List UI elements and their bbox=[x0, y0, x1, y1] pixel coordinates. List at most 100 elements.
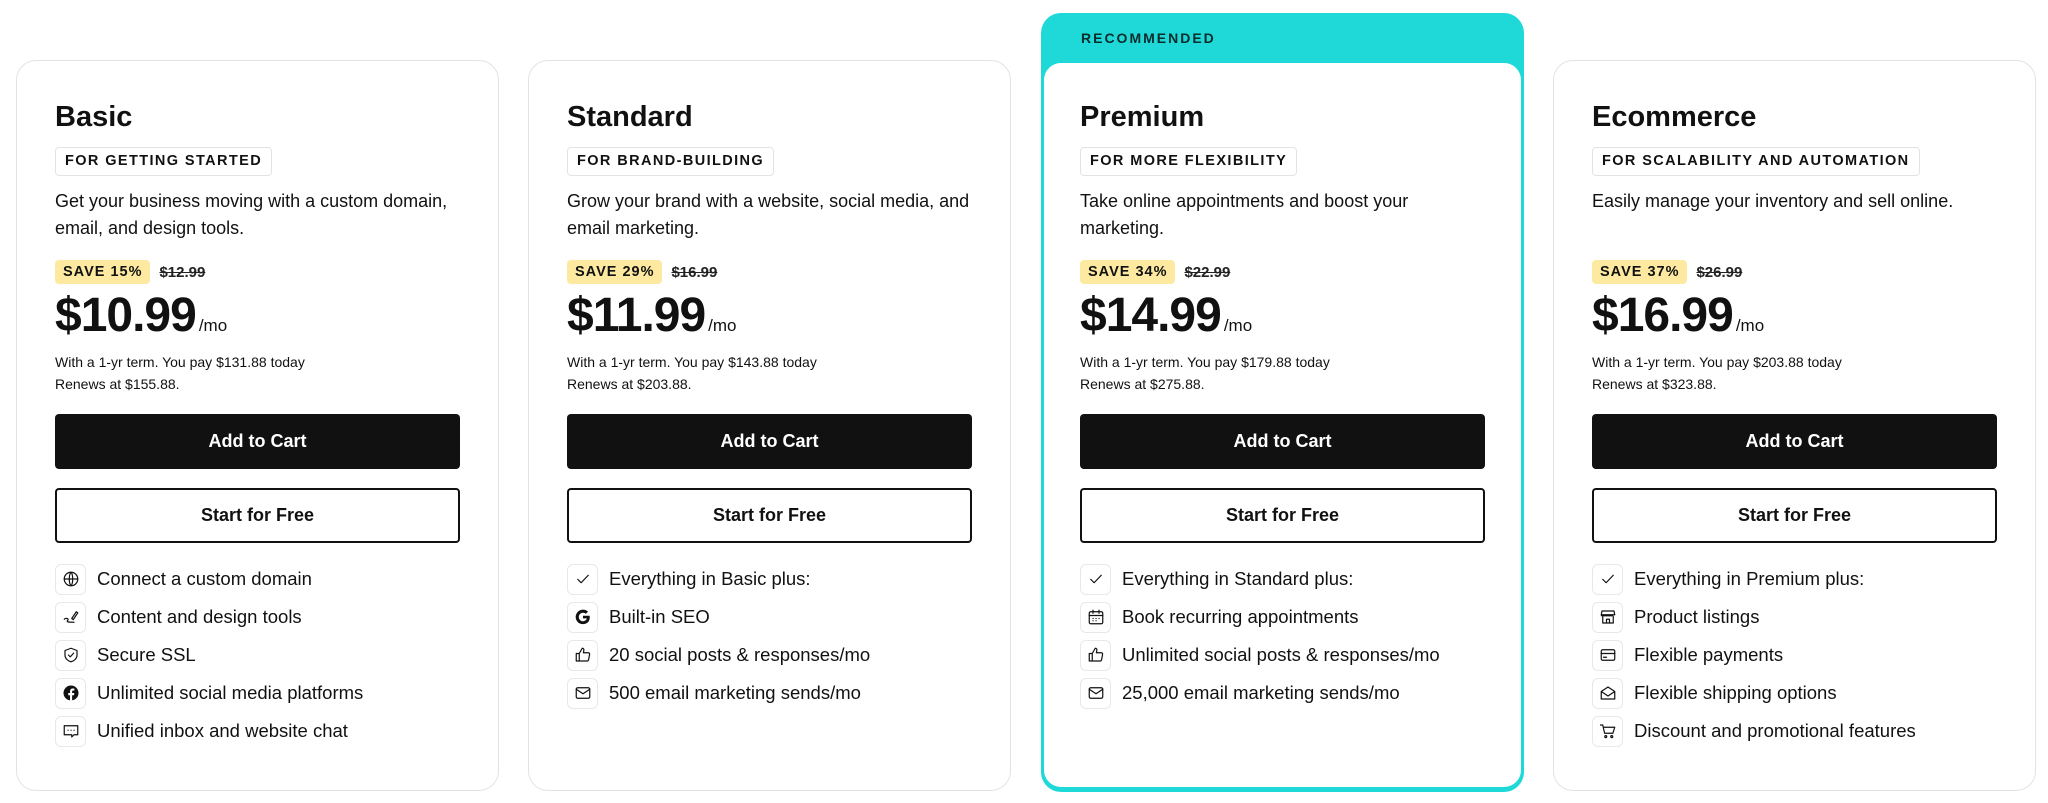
add-to-cart-button[interactable]: Add to Cart bbox=[567, 414, 972, 469]
original-price: $12.99 bbox=[159, 263, 206, 281]
check-icon bbox=[1592, 563, 1623, 595]
feature-text: Unified inbox and website chat bbox=[97, 720, 348, 741]
feature-item: Content and design tools bbox=[55, 598, 460, 636]
start-for-free-button[interactable]: Start for Free bbox=[1080, 488, 1485, 543]
feature-item: Unlimited social media platforms bbox=[55, 674, 460, 712]
calendar-icon bbox=[1080, 601, 1111, 633]
plan-tag: FOR GETTING STARTED bbox=[55, 147, 273, 176]
feature-item: Book recurring appointments bbox=[1080, 598, 1485, 636]
feature-item: Secure SSL bbox=[55, 636, 460, 674]
price-period: /mo bbox=[708, 316, 737, 335]
check-icon bbox=[567, 563, 598, 595]
original-price: $26.99 bbox=[1696, 263, 1743, 281]
original-price: $16.99 bbox=[671, 263, 718, 281]
plan-card-standard: Standard FOR BRAND-BUILDING Grow your br… bbox=[528, 60, 1011, 791]
feature-text: 25,000 email marketing sends/mo bbox=[1122, 682, 1400, 703]
feature-text: Unlimited social posts & responses/mo bbox=[1122, 644, 1440, 665]
plan-card-premium: Premium FOR MORE FLEXIBILITY Take online… bbox=[1041, 60, 1524, 790]
envelope-open-icon bbox=[1592, 677, 1623, 709]
store-icon bbox=[1592, 601, 1623, 633]
feature-text: Built-in SEO bbox=[609, 606, 710, 627]
renewal-text: Renews at $203.88. bbox=[567, 376, 692, 392]
plan-price: $11.99 bbox=[567, 289, 706, 342]
plan-tag: FOR MORE FLEXIBILITY bbox=[1080, 147, 1298, 176]
original-price: $22.99 bbox=[1184, 263, 1231, 281]
add-to-cart-button[interactable]: Add to Cart bbox=[55, 414, 460, 469]
facebook-icon bbox=[55, 677, 86, 709]
feature-text: Flexible payments bbox=[1634, 644, 1784, 665]
feature-item: Built-in SEO bbox=[567, 598, 972, 636]
feature-text: 20 social posts & responses/mo bbox=[609, 644, 871, 665]
price-period: /mo bbox=[1223, 316, 1253, 335]
google-icon bbox=[567, 601, 598, 633]
term-text: With a 1-yr term. You pay $179.88 today bbox=[1080, 354, 1330, 370]
price-period: /mo bbox=[1735, 316, 1765, 335]
plan-title: Standard bbox=[567, 101, 693, 133]
plan-description: Grow your brand with a website, social m… bbox=[567, 191, 970, 238]
price-period: /mo bbox=[198, 316, 228, 335]
plan-card-ecommerce: Ecommerce FOR SCALABILITY AND AUTOMATION… bbox=[1553, 60, 2036, 791]
save-badge: SAVE 34% bbox=[1080, 260, 1176, 284]
plan-card-basic: Basic FOR GETTING STARTED Get your busin… bbox=[16, 60, 499, 791]
feature-item: 20 social posts & responses/mo bbox=[567, 636, 972, 674]
pen-icon bbox=[55, 601, 86, 633]
chat-icon bbox=[55, 715, 86, 747]
plan-tag: FOR SCALABILITY AND AUTOMATION bbox=[1592, 147, 1920, 176]
feature-item: Unified inbox and website chat bbox=[55, 712, 460, 750]
feature-text: Connect a custom domain bbox=[97, 568, 312, 589]
feature-item: Everything in Standard plus: bbox=[1080, 560, 1485, 598]
plan-price: $16.99 bbox=[1592, 289, 1734, 342]
term-text: With a 1-yr term. You pay $131.88 today bbox=[55, 354, 305, 370]
feature-text: Flexible shipping options bbox=[1634, 682, 1837, 703]
recommended-label: RECOMMENDED bbox=[1081, 30, 1216, 46]
plan-tag: FOR BRAND-BUILDING bbox=[567, 147, 775, 176]
thumbs-up-icon bbox=[567, 639, 598, 671]
add-to-cart-button[interactable]: Add to Cart bbox=[1592, 414, 1997, 469]
term-text: With a 1-yr term. You pay $203.88 today bbox=[1592, 354, 1842, 370]
save-badge: SAVE 37% bbox=[1592, 260, 1688, 284]
feature-item: Flexible shipping options bbox=[1592, 674, 1997, 712]
shield-icon bbox=[55, 639, 86, 671]
feature-text: Product listings bbox=[1634, 606, 1760, 627]
plan-title: Basic bbox=[55, 101, 133, 133]
feature-list: Everything in Premium plus: Product listi… bbox=[1592, 560, 1997, 750]
plan-price: $14.99 bbox=[1080, 289, 1222, 342]
feature-item: 25,000 email marketing sends/mo bbox=[1080, 674, 1485, 712]
renewal-text: Renews at $155.88. bbox=[55, 376, 180, 392]
feature-text: Discount and promotional features bbox=[1634, 720, 1916, 741]
feature-text: Everything in Basic plus: bbox=[609, 568, 811, 589]
feature-item: Unlimited social posts & responses/mo bbox=[1080, 636, 1485, 674]
feature-item: Everything in Premium plus: bbox=[1592, 560, 1997, 598]
save-badge: SAVE 29% bbox=[567, 260, 663, 284]
renewal-text: Renews at $275.88. bbox=[1080, 376, 1205, 392]
cart-icon bbox=[1592, 715, 1623, 747]
feature-text: Secure SSL bbox=[97, 644, 196, 665]
mail-icon bbox=[1080, 677, 1111, 709]
feature-text: 500 email marketing sends/mo bbox=[609, 682, 861, 703]
feature-item: Everything in Basic plus: bbox=[567, 560, 972, 598]
plan-description: Easily manage your inventory and sell on… bbox=[1592, 191, 1954, 211]
feature-list: Connect a custom domain Content and desig… bbox=[55, 560, 460, 750]
check-icon bbox=[1080, 563, 1111, 595]
start-for-free-button[interactable]: Start for Free bbox=[55, 488, 460, 543]
globe-icon bbox=[55, 563, 86, 595]
plan-price: $10.99 bbox=[55, 289, 197, 342]
feature-text: Unlimited social media platforms bbox=[97, 682, 364, 703]
start-for-free-button[interactable]: Start for Free bbox=[1592, 488, 1997, 543]
feature-item: 500 email marketing sends/mo bbox=[567, 674, 972, 712]
mail-icon bbox=[567, 677, 598, 709]
plan-title: Ecommerce bbox=[1592, 101, 1757, 133]
feature-item: Flexible payments bbox=[1592, 636, 1997, 674]
feature-list: Everything in Basic plus: Built-in SEO 20 … bbox=[567, 560, 972, 712]
thumbs-up-icon bbox=[1080, 639, 1111, 671]
feature-text: Everything in Standard plus: bbox=[1122, 568, 1354, 589]
feature-item: Product listings bbox=[1592, 598, 1997, 636]
feature-list: Everything in Standard plus: Book recurri… bbox=[1080, 560, 1485, 712]
save-badge: SAVE 15% bbox=[55, 260, 151, 284]
add-to-cart-button[interactable]: Add to Cart bbox=[1080, 414, 1485, 469]
plan-title: Premium bbox=[1080, 101, 1205, 133]
feature-text: Everything in Premium plus: bbox=[1634, 568, 1865, 589]
feature-text: Book recurring appointments bbox=[1122, 606, 1359, 627]
card-icon bbox=[1592, 639, 1623, 671]
start-for-free-button[interactable]: Start for Free bbox=[567, 488, 972, 543]
